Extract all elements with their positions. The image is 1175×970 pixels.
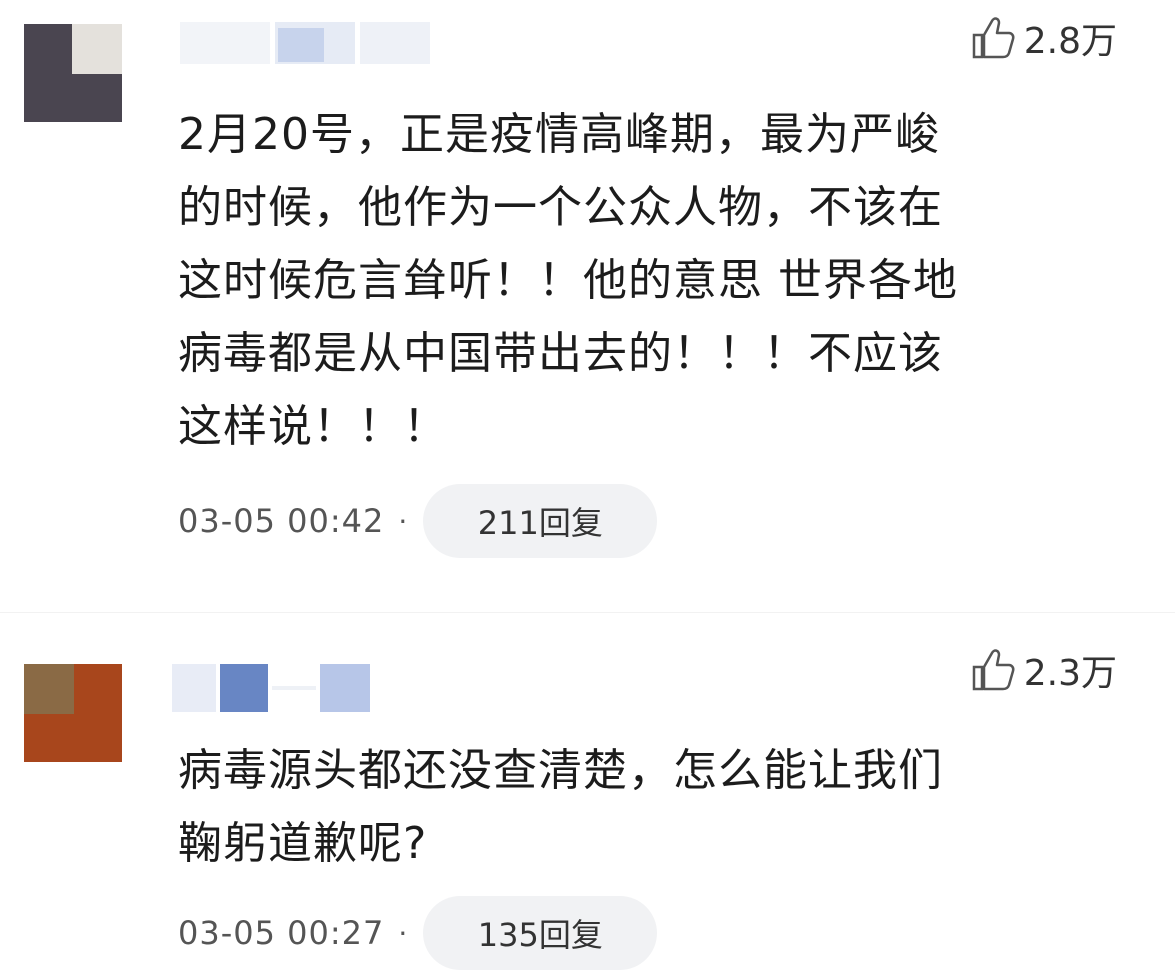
avatar[interactable] (24, 24, 122, 122)
like-count: 2.3万 (1023, 653, 1117, 694)
separator-dot: · (398, 504, 408, 538)
divider (0, 612, 1175, 613)
comment-meta: 03-05 00:27 · 135回复 (178, 896, 658, 970)
comment-text: 病毒源头都还没查清楚，怎么能让我们 鞠躬道歉呢? (178, 745, 943, 869)
comment-1: 2.8万 2月20号，正是疫情高峰期，最为严峻 的时候，他作为一个公众人物，不该… (0, 0, 1175, 600)
like-count: 2.8万 (1023, 21, 1117, 62)
like-button[interactable]: 2.3万 (968, 644, 1117, 696)
timestamp: 03-05 00:27 (178, 914, 385, 952)
timestamp: 03-05 00:42 (178, 502, 385, 540)
separator-dot: · (398, 916, 408, 950)
username-blurred[interactable] (172, 664, 372, 712)
thumbs-up-icon (972, 649, 1015, 691)
avatar[interactable] (24, 664, 122, 762)
username-blurred[interactable] (180, 22, 440, 64)
comment-text: 2月20号，正是疫情高峰期，最为严峻 的时候，他作为一个公众人物，不该在 这时候… (178, 109, 958, 452)
comment-meta: 03-05 00:42 · 211回复 (178, 484, 658, 558)
comment-2: 2.3万 病毒源头都还没查清楚，怎么能让我们 鞠躬道歉呢? 03-05 00:2… (0, 640, 1175, 970)
reply-button[interactable]: 135回复 (423, 896, 658, 970)
thumbs-up-icon (972, 17, 1015, 59)
reply-button[interactable]: 211回复 (423, 484, 658, 558)
like-button[interactable]: 2.8万 (968, 12, 1117, 64)
